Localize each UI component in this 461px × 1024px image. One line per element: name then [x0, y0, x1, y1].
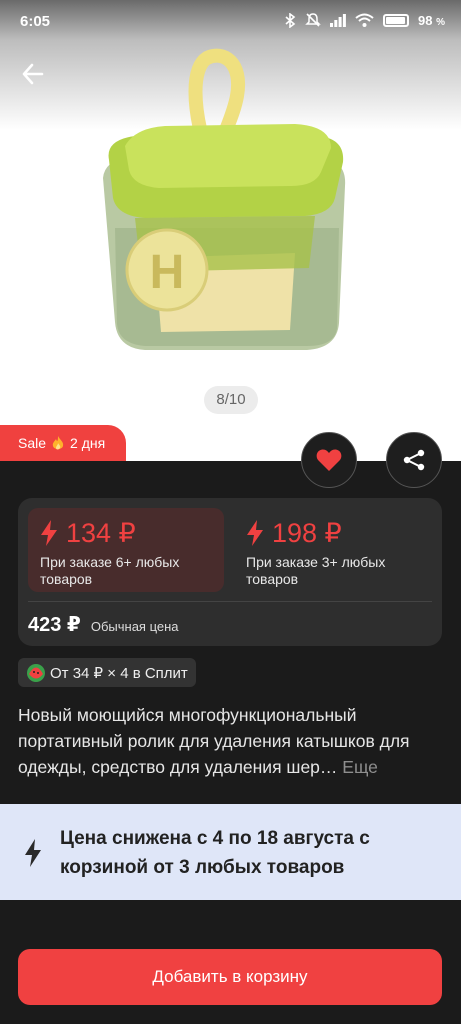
- battery-icon: [383, 13, 409, 27]
- regular-price-label: Обычная цена: [90, 619, 179, 634]
- price-card: 134 ₽ При заказе 6+ любых товаров 198 ₽ …: [18, 498, 442, 646]
- price-value: 198 ₽: [246, 518, 422, 548]
- wifi-icon: [355, 13, 374, 27]
- favorite-button[interactable]: [301, 432, 357, 488]
- price-condition: При заказе 3+ любых товаров: [246, 554, 386, 587]
- price-option-6plus[interactable]: 134 ₽ При заказе 6+ любых товаров: [28, 508, 224, 592]
- description-more-link[interactable]: Еще: [342, 757, 378, 777]
- signal-icon: [330, 13, 346, 27]
- sale-label: Sale: [18, 435, 47, 451]
- split-logo-icon: [27, 663, 45, 682]
- split-label: От 34 ₽ × 4 в Сплит: [50, 664, 188, 682]
- lightning-icon: [25, 839, 41, 867]
- split-installment-badge[interactable]: От 34 ₽ × 4 в Сплит: [18, 658, 196, 687]
- regular-price: 423 ₽ Обычная цена: [28, 612, 179, 637]
- price-value: 134 ₽: [40, 518, 212, 548]
- product-gallery[interactable]: 6:05 98 % H 8/10: [0, 0, 461, 462]
- svg-text:H: H: [150, 246, 185, 299]
- lightning-icon: [41, 520, 57, 546]
- share-icon: [403, 449, 425, 471]
- image-counter: 8/10: [204, 386, 258, 414]
- product-description: Новый моющийся многофункциональный порта…: [18, 702, 446, 780]
- status-bar: 6:05 98 %: [0, 0, 461, 44]
- product-image: H: [103, 48, 346, 350]
- back-arrow-icon[interactable]: [16, 58, 52, 90]
- regular-price-value: 423 ₽: [28, 614, 81, 636]
- lightning-icon: [247, 520, 263, 546]
- promo-banner: Цена снижена с 4 по 18 августа с корзино…: [0, 804, 461, 900]
- fire-icon: [52, 435, 64, 449]
- divider: [28, 601, 432, 602]
- price-option-3plus[interactable]: 198 ₽ При заказе 3+ любых товаров: [234, 508, 434, 592]
- heart-icon: [316, 449, 342, 471]
- mute-icon: [305, 13, 321, 27]
- price-condition: При заказе 6+ любых товаров: [40, 554, 180, 587]
- add-to-cart-button[interactable]: Добавить в корзину: [18, 949, 442, 1005]
- sale-badge: Sale 2 дня: [0, 425, 126, 461]
- battery-level: 98 %: [418, 12, 445, 28]
- status-time: 6:05: [20, 13, 51, 30]
- sale-duration: 2 дня: [70, 435, 106, 451]
- promo-text: Цена снижена с 4 по 18 августа с корзино…: [60, 828, 370, 878]
- bluetooth-icon: [285, 12, 296, 28]
- status-icons: 98 %: [285, 12, 445, 28]
- share-button[interactable]: [386, 432, 442, 488]
